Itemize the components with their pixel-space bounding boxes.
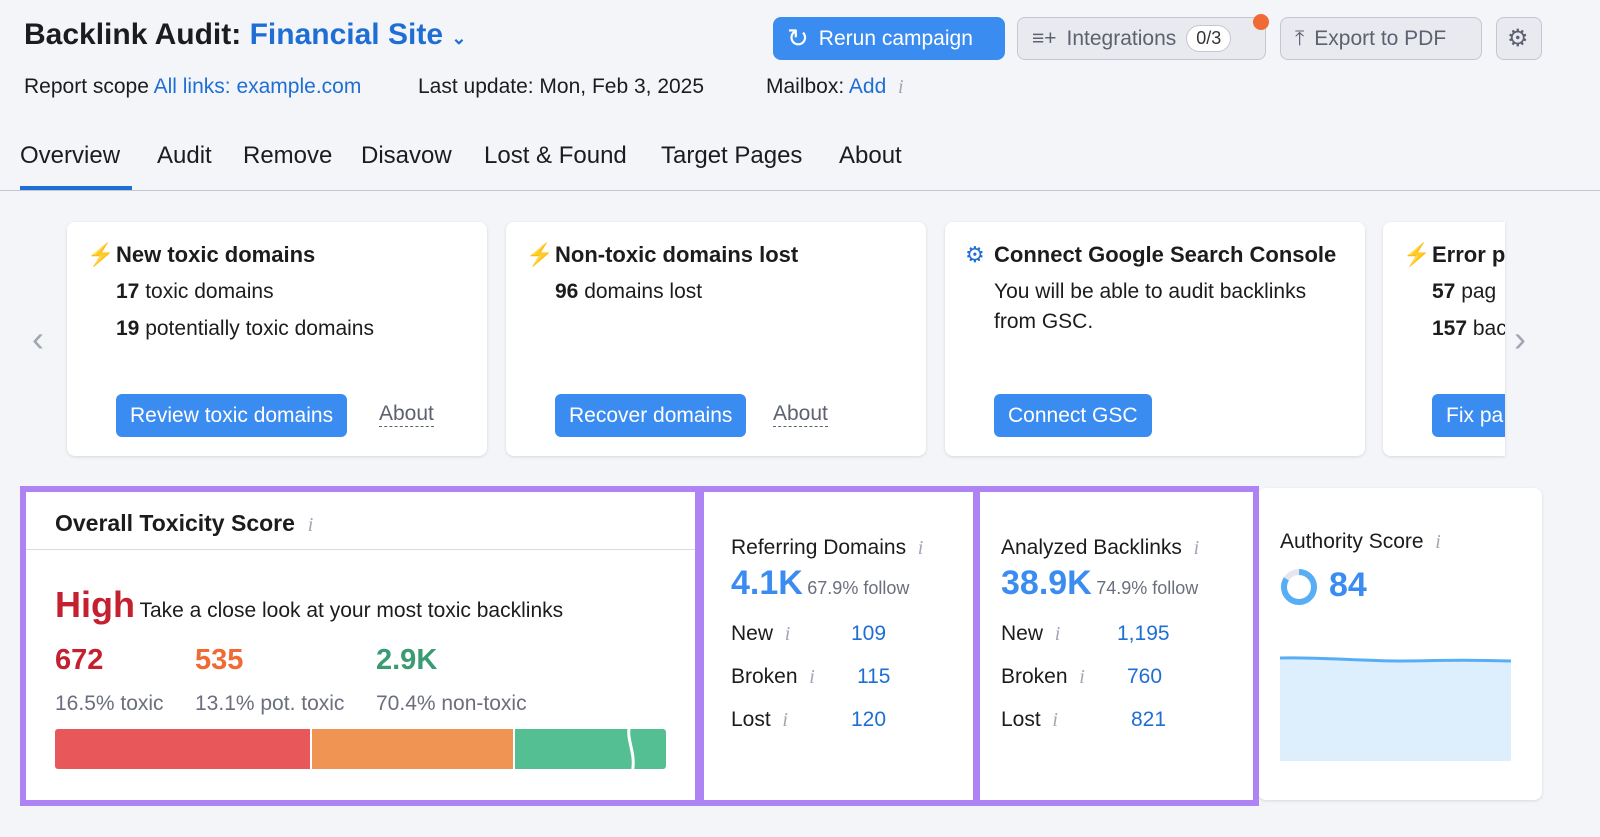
refresh-icon: ↻ (787, 23, 809, 53)
card-non-toxic-lost: ⚡ Non-toxic domains lost 96 domains lost… (506, 222, 926, 456)
mailbox-add-link[interactable]: Add (849, 75, 886, 98)
integrations-button[interactable]: ≡+ Integrations 0/3 (1017, 17, 1266, 60)
settings-button[interactable]: ⚙ (1496, 17, 1542, 60)
gear-icon: ⚙ (965, 242, 985, 267)
info-icon[interactable]: i (918, 537, 924, 559)
chevron-down-icon: ⌄ (451, 28, 467, 48)
export-pdf-button[interactable]: ⤒ Export to PDF (1280, 17, 1482, 60)
non-toxic-segment (514, 729, 666, 769)
info-icon[interactable]: i (1194, 537, 1200, 559)
report-scope: Report scope All links: example.com (24, 75, 362, 98)
mailbox: Mailbox: Add i (766, 75, 904, 98)
gear-icon: ⚙ (1507, 25, 1529, 52)
pot-toxic-segment (312, 729, 513, 769)
toxic-segment (55, 729, 311, 769)
info-icon[interactable]: i (898, 76, 904, 98)
backlinks-broken-link[interactable]: 760 (1127, 665, 1162, 689)
tab-disavow[interactable]: Disavow (361, 142, 452, 190)
notification-dot (1253, 14, 1269, 30)
recover-domains-button[interactable]: Recover domains (555, 394, 747, 437)
toxicity-bar (55, 729, 666, 769)
info-icon[interactable]: i (308, 514, 314, 536)
about-link[interactable]: About (379, 402, 434, 427)
info-icon[interactable]: i (1435, 531, 1441, 553)
toxicity-score-panel: Overall Toxicity Score i High Take a clo… (20, 486, 701, 806)
tab-about[interactable]: About (839, 142, 902, 190)
toxicity-level: High (55, 584, 135, 625)
page-title: Backlink Audit: Financial Site ⌄ (24, 18, 467, 51)
connect-gsc-button[interactable]: Connect GSC (994, 394, 1152, 437)
lightning-icon: ⚡ (526, 242, 554, 267)
backlinks-new-link[interactable]: 1,195 (1117, 622, 1170, 646)
tab-audit[interactable]: Audit (157, 142, 212, 190)
tab-target-pages[interactable]: Target Pages (661, 142, 802, 190)
carousel-next-arrow[interactable]: › (1514, 318, 1526, 360)
referring-broken-link[interactable]: 115 (857, 665, 890, 689)
authority-donut-icon (1281, 569, 1317, 605)
review-toxic-domains-button[interactable]: Review toxic domains (116, 394, 348, 437)
site-selector[interactable]: Financial Site ⌄ (250, 18, 467, 51)
integrations-count: 0/3 (1186, 25, 1232, 52)
last-update: Last update: Mon, Feb 3, 2025 (418, 75, 705, 98)
card-new-toxic-domains: ⚡ New toxic domains 17 toxic domains 19 … (67, 222, 487, 456)
card-connect-gsc: ⚙ Connect Google Search Console You will… (945, 222, 1365, 456)
lightning-icon: ⚡ (1403, 242, 1431, 267)
authority-trend-chart (1280, 656, 1511, 761)
tab-remove[interactable]: Remove (243, 142, 332, 190)
referring-domains-panel: Referring Domains i 4.1K 67.9% follow Ne… (698, 486, 979, 806)
referring-lost-link[interactable]: 120 (851, 708, 886, 732)
fix-pages-button[interactable]: Fix pa (1432, 394, 1505, 437)
list-add-icon: ≡+ (1032, 26, 1057, 50)
upload-icon: ⤒ (1295, 26, 1305, 50)
carousel-prev-arrow[interactable]: ‹ (32, 318, 44, 360)
tab-lost-found[interactable]: Lost & Found (484, 142, 627, 190)
referring-new-link[interactable]: 109 (851, 622, 886, 646)
about-link[interactable]: About (773, 402, 828, 427)
backlinks-lost-link[interactable]: 821 (1131, 708, 1166, 732)
tab-bar: Overview Audit Remove Disavow Lost & Fou… (0, 142, 1600, 191)
authority-score-value: 84 (1329, 566, 1367, 604)
tab-overview[interactable]: Overview (20, 142, 132, 190)
rerun-campaign-button[interactable]: ↻ Rerun campaign (773, 17, 1005, 60)
authority-score-widget: Authority Score i 84 (1258, 488, 1542, 800)
card-error-pages: ⚡ Error pa 57 pag 157 bac Fix pa (1383, 222, 1505, 456)
lightning-icon: ⚡ (87, 242, 115, 267)
analyzed-backlinks-panel: Analyzed Backlinks i 38.9K 74.9% follow … (974, 486, 1259, 806)
scope-link[interactable]: All links: example.com (154, 75, 362, 98)
